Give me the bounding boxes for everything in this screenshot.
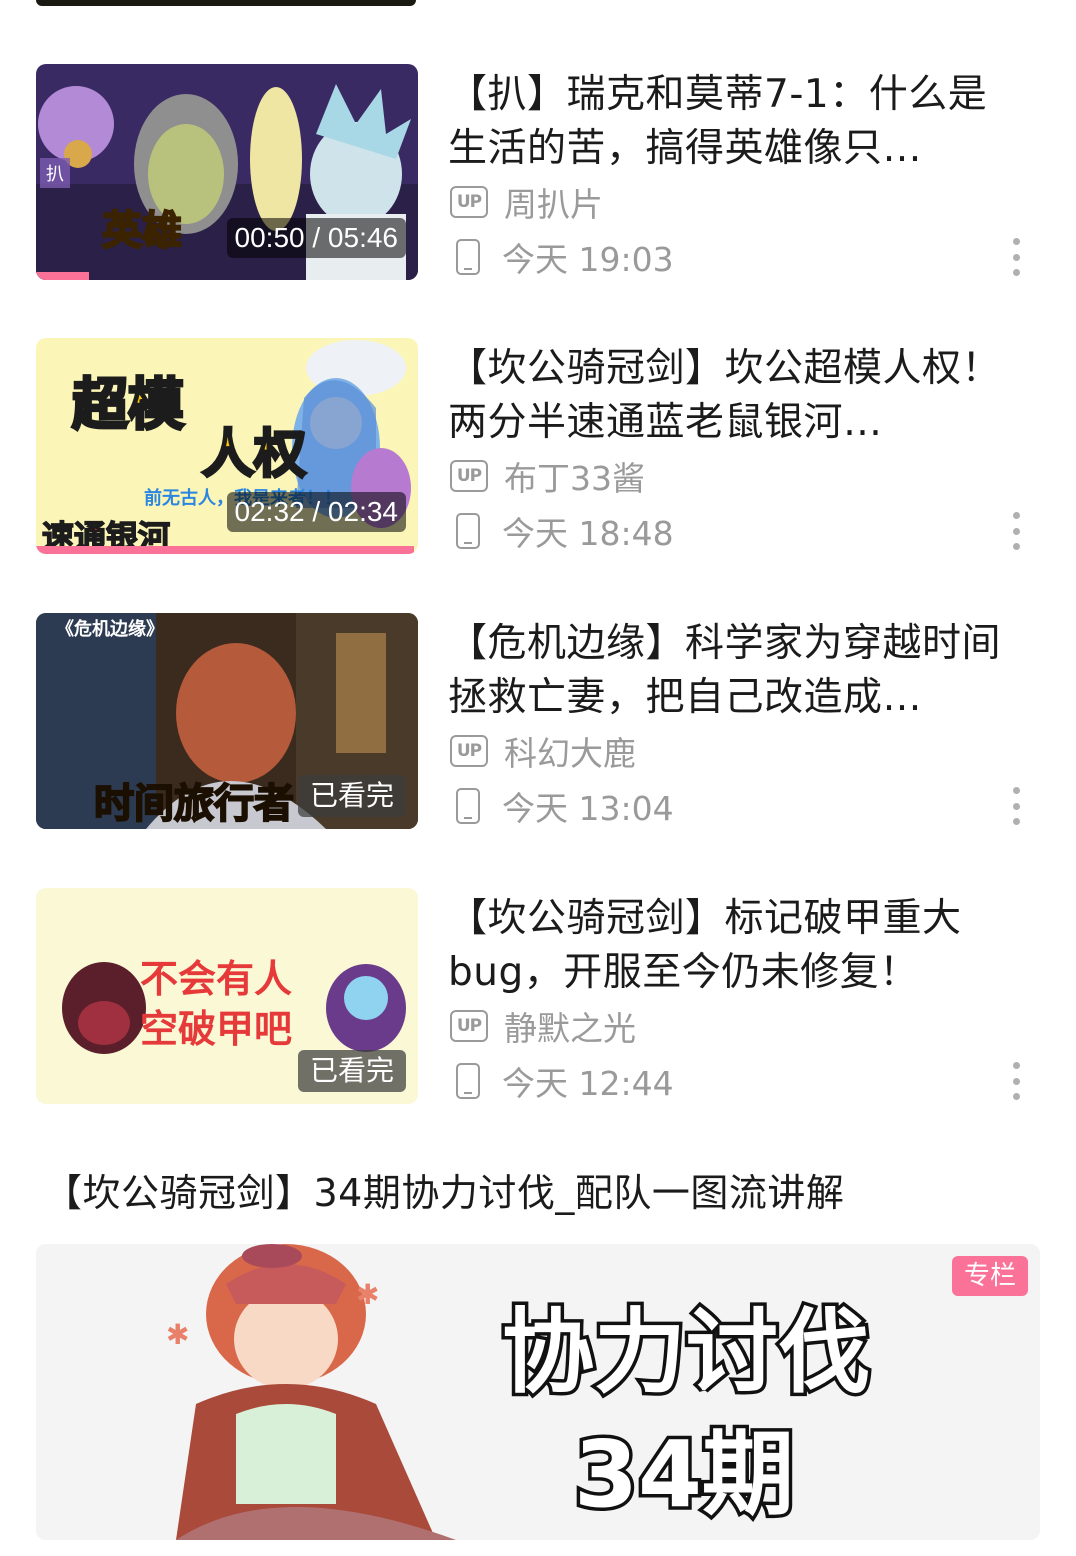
article-banner[interactable]: ✱ ✱ 协力讨伐 34期 专栏 — [36, 1244, 1040, 1540]
watched-badge: 已看完 — [297, 1050, 406, 1092]
video-item[interactable]: 不会有人 空破甲吧 已看完 【坎公骑冠剑】标记破甲重大bug，开服至今仍未修复！… — [36, 888, 1042, 1104]
video-title[interactable]: 【坎公骑冠剑】坎公超模人权！两分半速通蓝老鼠银河… — [448, 342, 1008, 450]
watched-badge: 已看完 — [297, 775, 406, 817]
video-duration: 02:32 / 02:34 — [226, 492, 406, 532]
watch-progress-bar — [36, 546, 415, 554]
watch-time: 今天 13:04 — [502, 789, 674, 828]
banner-caption: 协力讨伐 — [502, 1299, 870, 1406]
thumbnail-caption: 空破甲吧 — [140, 1007, 292, 1051]
phone-icon — [456, 513, 480, 549]
banner-caption: 34期 — [574, 1421, 794, 1528]
video-thumbnail[interactable]: 超模 人权 前无古人，我是来者！！ 速通银河 02:32 / 02:34 — [36, 338, 418, 554]
video-title[interactable]: 【扒】瑞克和莫蒂7-1：什么是生活的苦，搞得英雄像只… — [448, 68, 1008, 176]
video-thumbnail[interactable]: 扒 英雄 00:50 / 05:46 — [36, 64, 418, 280]
up-icon: UP — [450, 186, 488, 218]
video-item[interactable]: 扒 英雄 00:50 / 05:46 【扒】瑞克和莫蒂7-1：什么是生活的苦，搞… — [36, 64, 1042, 280]
thumbnail-caption: 不会有人 — [140, 957, 292, 1001]
watch-time-row: 今天 13:04 — [450, 784, 674, 828]
uploader-name: 科幻大鹿 — [504, 734, 636, 773]
uploader-name: 周扒片 — [504, 185, 603, 224]
thumbnail-caption: 时间旅行者 — [94, 781, 294, 827]
video-title[interactable]: 【危机边缘】科学家为穿越时间拯救亡妻，把自己改造成… — [448, 617, 1008, 725]
up-icon: UP — [450, 1010, 488, 1042]
thumbnail-caption: 人权 — [202, 425, 306, 485]
uploader-row[interactable]: UP 科幻大鹿 — [450, 729, 636, 773]
uploader-name: 静默之光 — [504, 1009, 636, 1048]
previous-item-thumbnail-edge[interactable] — [36, 0, 416, 6]
video-duration: 00:50 / 05:46 — [226, 218, 406, 258]
more-options-icon[interactable] — [1004, 512, 1028, 550]
thumbnail-caption: 《危机边缘》 — [56, 618, 164, 640]
more-options-icon[interactable] — [1004, 238, 1028, 276]
uploader-row[interactable]: UP 周扒片 — [450, 180, 603, 224]
video-item[interactable]: 《危机边缘》 时间旅行者 已看完 【危机边缘】科学家为穿越时间拯救亡妻，把自己改… — [36, 613, 1042, 829]
watch-progress-bar — [36, 272, 90, 280]
article-title[interactable]: 【坎公骑冠剑】34期协力讨伐_配队一图流讲解 — [44, 1166, 844, 1220]
thumbnail-caption: 英雄 — [102, 208, 182, 254]
watch-time-row: 今天 18:48 — [450, 509, 674, 553]
watch-time: 今天 18:48 — [502, 514, 674, 553]
thumbnail-caption: 扒 — [46, 164, 64, 185]
column-badge: 专栏 — [951, 1256, 1028, 1296]
uploader-row[interactable]: UP 静默之光 — [450, 1004, 636, 1048]
up-icon: UP — [450, 460, 488, 492]
watch-time: 今天 12:44 — [502, 1064, 674, 1103]
up-icon: UP — [450, 735, 488, 767]
banner-image: ✱ ✱ 协力讨伐 34期 — [36, 1244, 1040, 1540]
video-title[interactable]: 【坎公骑冠剑】标记破甲重大bug，开服至今仍未修复！ — [448, 892, 1008, 1000]
more-options-icon[interactable] — [1004, 1062, 1028, 1100]
watch-time: 今天 19:03 — [502, 240, 674, 279]
uploader-row[interactable]: UP 布丁33酱 — [450, 454, 645, 498]
video-thumbnail[interactable]: 不会有人 空破甲吧 已看完 — [36, 888, 418, 1104]
watch-time-row: 今天 19:03 — [450, 235, 674, 279]
more-options-icon[interactable] — [1004, 787, 1028, 825]
watch-time-row: 今天 12:44 — [450, 1059, 674, 1103]
phone-icon — [456, 239, 480, 275]
video-item[interactable]: 超模 人权 前无古人，我是来者！！ 速通银河 02:32 / 02:34 【坎公… — [36, 338, 1042, 554]
svg-text:✱: ✱ — [166, 1318, 189, 1351]
thumbnail-caption: 超模 — [72, 373, 184, 438]
svg-text:✱: ✱ — [356, 1278, 379, 1311]
phone-icon — [456, 788, 480, 824]
uploader-name: 布丁33酱 — [504, 459, 645, 498]
phone-icon — [456, 1063, 480, 1099]
video-thumbnail[interactable]: 《危机边缘》 时间旅行者 已看完 — [36, 613, 418, 829]
